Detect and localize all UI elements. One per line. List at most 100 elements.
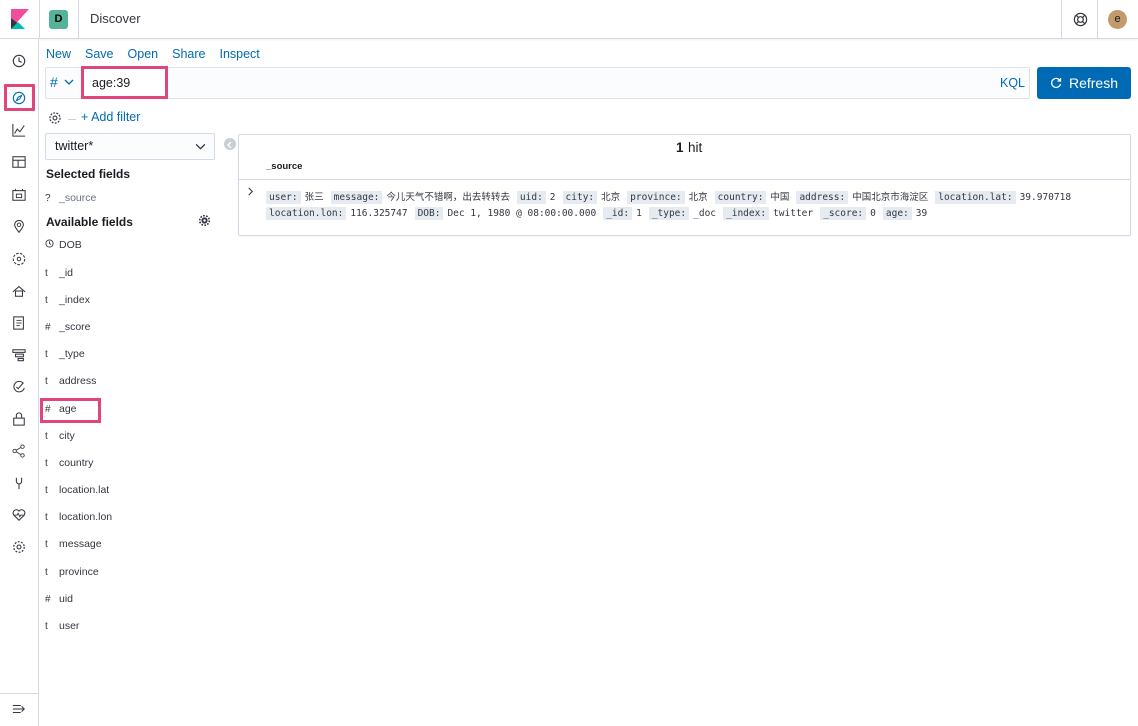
- field-type-icon: t: [45, 294, 48, 306]
- source-field-key: uid:: [516, 191, 546, 204]
- field-item[interactable]: # age: [45, 400, 77, 418]
- uptime-icon[interactable]: [9, 377, 29, 397]
- source-field-key: user:: [266, 191, 301, 204]
- field-item[interactable]: t address: [45, 372, 96, 390]
- management-icon[interactable]: [9, 537, 29, 557]
- source-field-value: 39.970718: [1019, 192, 1072, 203]
- field-item[interactable]: t location.lat: [45, 481, 109, 499]
- source-field-value: twitter: [773, 208, 814, 219]
- infrastructure-icon[interactable]: [9, 281, 29, 301]
- query-input[interactable]: [92, 73, 162, 93]
- collapse-sidebar-button[interactable]: [224, 138, 236, 150]
- results-panel: [238, 134, 1131, 236]
- field-item[interactable]: # _score: [45, 318, 91, 336]
- source-field-key: _type:: [648, 207, 690, 220]
- field-type-icon: t: [45, 267, 48, 279]
- field-item[interactable]: ? _source: [45, 189, 96, 207]
- field-type-icon: #: [45, 593, 51, 605]
- open-link[interactable]: Open: [128, 47, 159, 61]
- siem-icon[interactable]: [9, 409, 29, 429]
- field-name: user: [59, 620, 80, 632]
- source-field-value: 2: [549, 192, 556, 203]
- refresh-icon: [1050, 77, 1062, 89]
- machine-learning-icon[interactable]: [9, 249, 29, 269]
- field-name: province: [59, 566, 99, 578]
- field-type-icon: t: [45, 511, 48, 523]
- source-field-key: city:: [562, 191, 598, 204]
- new-link[interactable]: New: [46, 47, 71, 61]
- graph-icon[interactable]: [9, 441, 29, 461]
- source-field-key: message:: [330, 191, 383, 204]
- field-item[interactable]: t location.lon: [45, 508, 112, 526]
- field-name: uid: [59, 593, 74, 605]
- source-field-key: _index:: [723, 207, 770, 220]
- gear-icon[interactable]: [199, 215, 210, 226]
- field-item[interactable]: t _id: [45, 264, 73, 282]
- field-type-icon: t: [45, 457, 48, 469]
- monitoring-icon[interactable]: [9, 505, 29, 525]
- chevron-right-icon[interactable]: [246, 187, 255, 196]
- share-link[interactable]: Share: [172, 47, 205, 61]
- source-field-key: DOB:: [414, 207, 444, 220]
- column-header[interactable]: _source: [266, 161, 302, 172]
- source-field-value: 中国: [770, 192, 790, 203]
- apm-icon[interactable]: [9, 345, 29, 365]
- visualize-icon[interactable]: [9, 120, 29, 140]
- discover-icon[interactable]: [9, 88, 29, 108]
- user-avatar[interactable]: e: [1108, 10, 1127, 29]
- gear-icon[interactable]: [48, 111, 62, 125]
- field-name: location.lon: [59, 511, 113, 523]
- field-item[interactable]: t message: [45, 535, 102, 553]
- field-name: message: [59, 538, 102, 550]
- clock-icon: [45, 239, 59, 251]
- collapse-nav-icon[interactable]: [9, 699, 29, 719]
- field-name: country: [59, 457, 94, 469]
- source-field-key: country:: [714, 191, 767, 204]
- dashboard-icon[interactable]: [9, 152, 29, 172]
- field-name: city: [59, 430, 75, 442]
- field-item[interactable]: t _index: [45, 291, 90, 309]
- field-name: DOB: [59, 239, 82, 251]
- source-field-value: 0: [870, 208, 876, 219]
- field-type-icon: t: [45, 375, 48, 387]
- header-divider: [1097, 0, 1098, 39]
- field-type-icon: t: [45, 566, 48, 578]
- query-language-button[interactable]: #: [50, 74, 74, 90]
- add-filter-button[interactable]: + Add filter: [81, 110, 140, 124]
- maps-icon[interactable]: [9, 217, 29, 237]
- filter-divider: [68, 119, 76, 120]
- header-divider: [78, 0, 79, 39]
- left-nav: [0, 39, 39, 726]
- source-field-key: _id:: [603, 207, 633, 220]
- space-avatar[interactable]: D: [49, 10, 68, 29]
- help-icon[interactable]: [1073, 12, 1088, 27]
- source-field-key: age:: [882, 207, 912, 220]
- field-item[interactable]: t user: [45, 617, 79, 635]
- field-item[interactable]: DOB: [45, 236, 82, 254]
- kibana-logo-icon[interactable]: [11, 9, 29, 29]
- field-item[interactable]: # uid: [45, 590, 73, 608]
- logs-icon[interactable]: [9, 313, 29, 333]
- refresh-button[interactable]: Refresh: [1037, 67, 1131, 99]
- top-menu: New Save Open Share Inspect: [46, 47, 274, 61]
- save-link[interactable]: Save: [85, 47, 114, 61]
- source-field-key: _score:: [820, 207, 867, 220]
- field-item[interactable]: t province: [45, 563, 99, 581]
- inspect-link[interactable]: Inspect: [219, 47, 259, 61]
- dev-tools-icon[interactable]: [9, 473, 29, 493]
- canvas-icon[interactable]: [9, 185, 29, 205]
- field-type-icon: #: [45, 321, 51, 333]
- field-type-icon: t: [45, 620, 48, 632]
- hash-icon: #: [50, 74, 58, 90]
- kql-toggle[interactable]: KQL: [1000, 76, 1025, 90]
- field-name: address: [59, 375, 97, 387]
- chevron-down-icon: [195, 143, 206, 150]
- field-item[interactable]: t _type: [45, 345, 85, 363]
- source-field-value: Dec 1, 1980 @ 08:00:00.000: [447, 208, 597, 219]
- field-type-icon: t: [45, 538, 48, 550]
- source-field-value: 116.325747: [350, 208, 408, 219]
- chevron-left-icon: [227, 141, 232, 149]
- field-item[interactable]: t country: [45, 454, 93, 472]
- recently-viewed-icon[interactable]: [9, 51, 29, 71]
- field-item[interactable]: t city: [45, 427, 75, 445]
